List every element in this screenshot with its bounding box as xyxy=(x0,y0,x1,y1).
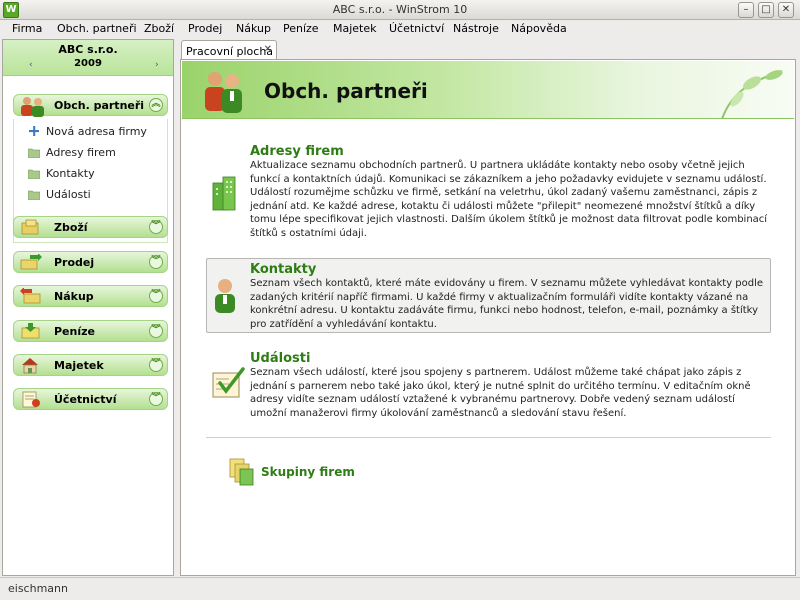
plus-icon xyxy=(29,126,39,136)
status-bar: eischmann xyxy=(0,577,800,600)
section-label: Majetek xyxy=(54,359,104,372)
menu-obch-partneri[interactable]: Obch. partneři xyxy=(57,22,137,35)
section-label: Účetnictví xyxy=(54,393,117,406)
menu-firma[interactable]: Firma xyxy=(12,22,42,35)
main-panel: Obch. partneři Adresy firem Aktualizace … xyxy=(180,59,796,576)
section-penize[interactable]: Peníze ︾ xyxy=(13,320,168,342)
section-label: Peníze xyxy=(54,325,95,338)
minimize-button[interactable]: – xyxy=(738,2,754,18)
menu-nakup[interactable]: Nákup xyxy=(236,22,271,35)
sidebar-item-adresy-firem[interactable]: Adresy firem xyxy=(46,146,116,159)
partners-large-icon xyxy=(205,72,242,113)
menu-majetek[interactable]: Majetek xyxy=(333,22,377,35)
company-name: ABC s.r.o. xyxy=(58,43,118,56)
money-icon xyxy=(21,323,40,339)
sales-icon xyxy=(20,254,42,270)
events-checklist-icon xyxy=(212,367,245,398)
kontakty-description: Seznam všech kontaktů, které máte evidov… xyxy=(250,278,764,330)
next-year-button[interactable]: › xyxy=(155,60,159,70)
section-label: Nákup xyxy=(54,290,94,303)
section-obch-partneri[interactable]: Obch. partneři ︽ xyxy=(13,94,168,117)
section-zbozi[interactable]: Zboží ︾ xyxy=(13,216,168,238)
partners-icon xyxy=(21,97,44,117)
prev-year-button[interactable]: ‹ xyxy=(29,60,33,70)
expand-icon[interactable]: ︾ xyxy=(149,220,163,234)
section-ucetnictvi[interactable]: Účetnictví ︾ xyxy=(13,388,168,410)
company-groups-icon xyxy=(229,458,254,486)
page-title: Obch. partneři xyxy=(264,79,428,103)
menu-nastroje[interactable]: Nástroje xyxy=(453,22,499,35)
section-label: Obch. partneři xyxy=(54,99,145,112)
menu-napoveda[interactable]: Nápověda xyxy=(511,22,567,35)
menu-prodej[interactable]: Prodej xyxy=(188,22,222,35)
sidebar-item-kontakty[interactable]: Kontakty xyxy=(46,167,95,180)
udalosti-description: Seznam všech událostí, které jsou spojen… xyxy=(250,367,751,419)
divider xyxy=(206,437,771,438)
expand-icon[interactable]: ︾ xyxy=(149,255,163,269)
close-window-button[interactable]: ✕ xyxy=(778,2,794,18)
expand-icon[interactable]: ︾ xyxy=(149,289,163,303)
purchase-icon xyxy=(20,288,41,304)
adresy-firem-description: Aktualizace seznamu obchodních partnerů.… xyxy=(250,160,768,239)
expand-icon[interactable]: ︾ xyxy=(149,358,163,372)
menu-zbozi[interactable]: Zboží xyxy=(144,22,174,35)
tab-label: Pracovní plocha xyxy=(186,45,274,58)
skupiny-firem-link[interactable]: Skupiny firem xyxy=(261,465,355,479)
expand-icon[interactable]: ︾ xyxy=(149,392,163,406)
section-label: Zboží xyxy=(54,221,88,234)
menu-penize[interactable]: Peníze xyxy=(283,22,319,35)
section-prodej[interactable]: Prodej ︾ xyxy=(13,251,168,273)
menu-bar: Firma Obch. partneři Zboží Prodej Nákup … xyxy=(0,20,800,38)
sidebar-item-udalosti[interactable]: Události xyxy=(46,188,91,201)
window-title: ABC s.r.o. - WinStrom 10 xyxy=(332,3,468,16)
menu-ucetnictvi[interactable]: Účetnictví xyxy=(389,22,444,35)
section-label: Prodej xyxy=(54,256,95,269)
udalosti-link[interactable]: Události xyxy=(250,351,310,366)
tab-pracovni-plocha[interactable]: Pracovní plocha ✕ xyxy=(181,40,277,60)
collapse-icon[interactable]: ︽ xyxy=(149,98,163,112)
expand-icon[interactable]: ︾ xyxy=(149,324,163,338)
company-selector: ABC s.r.o. 2009 ‹ › xyxy=(3,40,173,76)
contact-person-icon xyxy=(215,279,235,313)
accounting-icon xyxy=(22,391,40,408)
section-nakup[interactable]: Nákup ︾ xyxy=(13,285,168,307)
leaf-decoration-icon xyxy=(721,70,783,119)
maximize-button[interactable]: □ xyxy=(758,2,774,18)
folder-icon xyxy=(28,169,40,179)
status-user: eischmann xyxy=(8,582,68,595)
sidebar: ABC s.r.o. 2009 ‹ › Obch. partneři ︽ Nov… xyxy=(2,39,174,576)
title-bar: W ABC s.r.o. - WinStrom 10 – □ ✕ xyxy=(0,0,800,20)
folder-icon xyxy=(28,190,40,200)
property-icon xyxy=(22,358,38,374)
folder-icon xyxy=(28,148,40,158)
adresy-firem-link[interactable]: Adresy firem xyxy=(250,144,344,159)
goods-icon xyxy=(21,219,39,235)
sidebar-item-nova-adresa[interactable]: Nová adresa firmy xyxy=(46,125,147,138)
buildings-icon xyxy=(212,176,236,211)
kontakty-link[interactable]: Kontakty xyxy=(250,262,316,277)
close-tab-icon[interactable]: ✕ xyxy=(264,44,272,55)
section-majetek[interactable]: Majetek ︾ xyxy=(13,354,168,376)
section-banner: Obch. partneři xyxy=(182,61,794,119)
